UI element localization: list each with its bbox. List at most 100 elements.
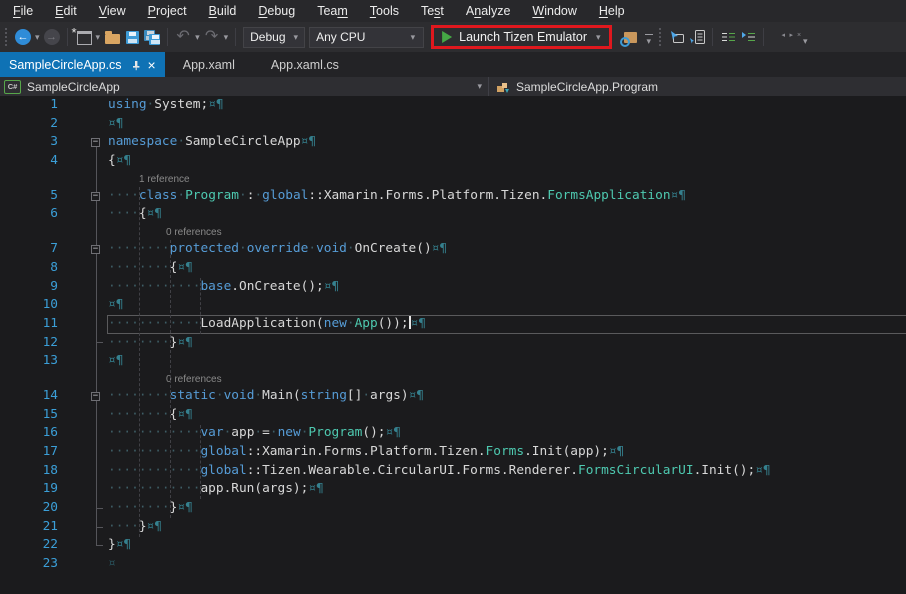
fold-end-tick	[96, 342, 103, 343]
redo-button[interactable]: ↷	[203, 25, 221, 49]
code-text[interactable]: ········{¤¶	[108, 259, 906, 278]
solution-configuration-combo[interactable]: Debug ▾	[243, 27, 305, 48]
tab-app-xaml-cs[interactable]: App.xaml.cs	[253, 52, 357, 77]
code-editor[interactable]: 1using·System;¤¶2¤¶3−namespace·SampleCir…	[0, 96, 906, 594]
fold-collapse-icon[interactable]: −	[91, 138, 100, 147]
code-text[interactable]: ········}¤¶	[108, 334, 906, 353]
code-text[interactable]: using·System;¤¶	[108, 96, 906, 115]
code-line-2: 2¤¶	[0, 115, 906, 134]
codelens-area: 0 references	[108, 224, 906, 240]
vs-window: FileEditViewProjectBuildDebugTeamToolsTe…	[0, 0, 906, 594]
code-text[interactable]: ············global::Xamarin.Forms.Platfo…	[108, 443, 906, 462]
code-text[interactable]: ¤	[108, 555, 906, 574]
line-number-gutter	[0, 371, 58, 387]
code-text[interactable]: ····class·Program·:·global::Xamarin.Form…	[108, 187, 906, 206]
menu-item-test[interactable]: Test	[410, 0, 455, 22]
code-line-18: 18············global::Tizen.Wearable.Cir…	[0, 462, 906, 481]
new-project-dropdown[interactable]: ▾	[96, 32, 101, 43]
launch-tizen-emulator-button[interactable]: Launch Tizen Emulator ▾	[442, 30, 602, 44]
line-number: 3	[0, 133, 58, 152]
line-number: 15	[0, 406, 58, 425]
menu-item-window[interactable]: Window	[521, 0, 587, 22]
code-text[interactable]: ¤¶	[108, 352, 906, 371]
separator	[167, 28, 168, 46]
code-text[interactable]: ············base.OnCreate();¤¶	[108, 278, 906, 297]
menu-item-analyze[interactable]: Analyze	[455, 0, 521, 22]
code-text[interactable]: }¤¶	[108, 536, 906, 555]
code-text[interactable]: ········static·void·Main(string[]·args)¤…	[108, 387, 906, 406]
code-text[interactable]: ¤¶	[108, 115, 906, 134]
indent-guide	[139, 187, 140, 537]
pin-icon[interactable]	[131, 60, 141, 71]
go-to-definition-button[interactable]	[668, 25, 686, 49]
launch-dropdown[interactable]: ▾	[596, 32, 601, 43]
menu-item-file[interactable]: File	[2, 0, 44, 22]
code-line-4: 4{¤¶	[0, 152, 906, 171]
toolbar-overflow-button[interactable]: ▾	[645, 34, 654, 47]
menu-item-build[interactable]: Build	[198, 0, 248, 22]
navigate-forward-button[interactable]: →	[43, 25, 61, 49]
fold-end-tick	[96, 527, 103, 528]
code-text[interactable]: ············app.Run(args);¤¶	[108, 480, 906, 499]
code-text[interactable]: ¤¶	[108, 296, 906, 315]
code-line-13: 13¤¶	[0, 352, 906, 371]
code-line-23: 23¤	[0, 555, 906, 574]
bookmark-overflow-dropdown[interactable]: ▾	[803, 36, 808, 47]
code-text[interactable]: ····}¤¶	[108, 518, 906, 537]
menu-item-tools[interactable]: Tools	[359, 0, 410, 22]
fold-collapse-icon[interactable]: −	[91, 192, 100, 201]
find-symbol-button[interactable]	[618, 25, 641, 49]
solution-platform-combo[interactable]: Any CPU ▾	[309, 27, 424, 48]
fold-collapse-icon[interactable]: −	[91, 392, 100, 401]
code-text[interactable]: ········{¤¶	[108, 406, 906, 425]
fold-collapse-icon[interactable]: −	[91, 245, 100, 254]
code-text[interactable]: ············global::Tizen.Wearable.Circu…	[108, 462, 906, 481]
uncomment-lines-button[interactable]	[739, 25, 757, 49]
menu-item-help[interactable]: Help	[588, 0, 636, 22]
menu-item-debug[interactable]: Debug	[247, 0, 306, 22]
code-line-17: 17 ············global::Xamarin.Forms.Plat…	[0, 443, 906, 462]
toolbar-grip[interactable]	[5, 28, 7, 46]
outlining-margin: −	[58, 240, 108, 259]
code-text[interactable]: ············var·app·=·new·Program();¤¶	[108, 424, 906, 443]
codelens-references-link[interactable]: 1 reference	[139, 172, 190, 188]
toolbar-grip[interactable]	[659, 28, 661, 46]
new-project-button[interactable]: *	[74, 25, 93, 49]
save-button[interactable]	[123, 25, 141, 49]
outlining-margin: −	[58, 133, 108, 152]
code-text[interactable]: ············LoadApplication(new·App());¤…	[108, 315, 906, 334]
undo-button[interactable]: ↶	[174, 25, 192, 49]
line-number-gutter	[0, 224, 58, 240]
codelens-row: 0 references	[0, 224, 906, 240]
code-text[interactable]: namespace·SampleCircleApp¤¶	[108, 133, 906, 152]
project-dropdown[interactable]: C# SampleCircleApp ▾	[0, 77, 489, 96]
redo-dropdown[interactable]: ▾	[224, 32, 229, 43]
code-text[interactable]: {¤¶	[108, 152, 906, 171]
close-icon[interactable]: ×	[148, 58, 156, 72]
comment-lines-button[interactable]	[719, 25, 737, 49]
tab-samplecircleapp-cs[interactable]: SampleCircleApp.cs×	[0, 52, 165, 77]
code-text[interactable]: ········protected·override·void·OnCreate…	[108, 240, 906, 259]
undo-dropdown[interactable]: ▾	[195, 32, 200, 43]
line-number: 17	[0, 443, 58, 462]
save-all-button[interactable]	[143, 25, 161, 49]
menu-item-project[interactable]: Project	[137, 0, 198, 22]
separator	[712, 28, 713, 46]
menu-item-edit[interactable]: Edit	[44, 0, 88, 22]
peek-definition-button[interactable]	[688, 25, 706, 49]
navigate-backward-button[interactable]: ←	[14, 25, 32, 49]
line-number: 16	[0, 424, 58, 443]
menu-item-view[interactable]: View	[88, 0, 137, 22]
code-text[interactable]: ····{¤¶	[108, 205, 906, 224]
symbol-dropdown[interactable]: SampleCircleApp.Program	[489, 80, 658, 94]
tab-app-xaml[interactable]: App.xaml	[165, 52, 253, 77]
open-file-button[interactable]	[103, 25, 121, 49]
line-number: 14	[0, 387, 58, 406]
codelens-references-link[interactable]: 0 references	[166, 225, 222, 241]
navigate-backward-dropdown[interactable]: ▾	[35, 32, 40, 43]
code-text[interactable]: ········}¤¶	[108, 499, 906, 518]
line-number: 19	[0, 480, 58, 499]
menu-item-team[interactable]: Team	[306, 0, 359, 22]
codelens-references-link[interactable]: 0 references	[166, 372, 222, 388]
code-line-9: 9············base.OnCreate();¤¶	[0, 278, 906, 297]
